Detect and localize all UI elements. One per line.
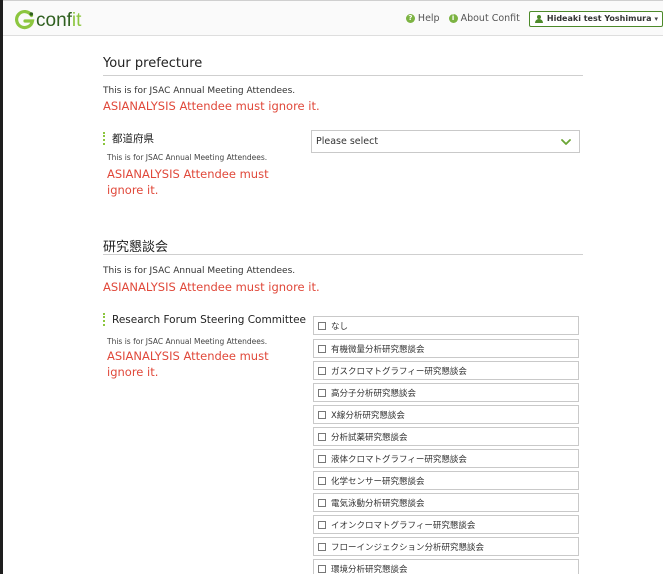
about-label: About Confit <box>460 13 520 24</box>
question-icon: ? <box>405 14 415 23</box>
section-title-forum: 研究懇談会 <box>103 240 169 255</box>
checkbox-option[interactable]: 電気泳動分析研究懇談会 <box>313 493 579 512</box>
about-link[interactable]: i About Confit <box>448 13 520 24</box>
checkbox[interactable] <box>318 410 326 419</box>
checkbox-label: 有機微量分析研究懇談会 <box>331 344 425 355</box>
section-note: This is for JSAC Annual Meeting Attendee… <box>103 86 296 96</box>
checkbox-option[interactable]: フローインジェクション分析研究懇談会 <box>313 537 579 556</box>
checkbox[interactable] <box>318 476 326 485</box>
chevron-down-icon <box>561 139 571 145</box>
checkbox-option[interactable]: 液体クロマトグラフィー研究懇談会 <box>313 449 579 468</box>
user-name: Hideaki test Yoshimura <box>546 14 652 23</box>
window-left-border <box>0 0 3 574</box>
prefecture-select[interactable]: Please select <box>311 130 580 153</box>
help-label: Help <box>417 13 440 24</box>
select-value: Please select <box>316 136 379 147</box>
field-warning: ASIANALYSIS Attendee must ignore it. <box>107 167 269 197</box>
checkbox-label: X線分析研究懇談会 <box>331 410 405 421</box>
checkbox[interactable] <box>318 344 326 353</box>
checkbox-option[interactable]: 高分子分析研究懇談会 <box>313 383 579 402</box>
field-label-forum: Research Forum Steering Committee <box>103 313 306 326</box>
checkbox[interactable] <box>318 498 326 507</box>
checkbox[interactable] <box>318 432 326 441</box>
section-divider <box>103 254 583 255</box>
logo-g-icon <box>15 10 35 30</box>
section-warning: ASIANALYSIS Attendee must ignore it. <box>103 280 320 294</box>
caret-down-icon: ▾ <box>654 14 658 23</box>
checkbox-label: 高分子分析研究懇談会 <box>331 388 417 399</box>
checkbox-option[interactable]: なし <box>313 316 579 335</box>
checkbox-label: 液体クロマトグラフィー研究懇談会 <box>331 454 467 465</box>
field-label-text: Research Forum Steering Committee <box>112 313 307 326</box>
checkbox-option[interactable]: 化学センサー研究懇談会 <box>313 471 579 490</box>
checkbox-option[interactable]: X線分析研究懇談会 <box>313 405 579 424</box>
info-icon: i <box>448 14 458 23</box>
required-marker <box>103 313 105 326</box>
field-note: This is for JSAC Annual Meeting Attendee… <box>107 153 268 162</box>
checkbox-label: ガスクロマトグラフィー研究懇談会 <box>331 366 467 377</box>
checkbox-label: なし <box>331 321 349 332</box>
field-label-text: 都道府県 <box>112 133 154 145</box>
checkbox-option[interactable]: ガスクロマトグラフィー研究懇談会 <box>313 361 579 380</box>
checkbox[interactable] <box>318 388 326 397</box>
section-note: This is for JSAC Annual Meeting Attendee… <box>103 266 296 276</box>
logo-text-main: conf <box>36 10 72 31</box>
checkbox[interactable] <box>318 542 326 551</box>
checkbox-option[interactable]: 分析試薬研究懇談会 <box>313 427 579 446</box>
section-divider <box>103 75 583 76</box>
user-icon <box>534 14 543 23</box>
checkbox-label: フローインジェクション分析研究懇談会 <box>331 542 485 553</box>
section-warning: ASIANALYSIS Attendee must ignore it. <box>103 99 320 113</box>
required-marker <box>103 132 105 145</box>
nav-right-group: ? Help i About Confit Hideaki test Yoshi… <box>405 1 663 36</box>
checkbox-label: 環境分析研究懇談会 <box>331 564 408 574</box>
section-title-prefecture: Your prefecture <box>103 56 203 71</box>
checkbox-option[interactable]: イオンクロマトグラフィー研究懇談会 <box>313 515 579 534</box>
checkbox-label: 化学センサー研究懇談会 <box>331 476 425 487</box>
checkbox-option[interactable]: 有機微量分析研究懇談会 <box>313 339 579 358</box>
field-label-prefecture: 都道府県 <box>103 131 154 146</box>
confit-logo[interactable]: confit <box>14 6 81 30</box>
field-warning: ASIANALYSIS Attendee must ignore it. <box>107 349 269 379</box>
field-note: This is for JSAC Annual Meeting Attendee… <box>107 337 268 346</box>
top-navbar: confit ? Help i About Confit Hideaki tes… <box>3 1 663 36</box>
checkbox-label: イオンクロマトグラフィー研究懇談会 <box>331 520 476 531</box>
checkbox-label: 分析試薬研究懇談会 <box>331 432 408 443</box>
user-menu-button[interactable]: Hideaki test Yoshimura ▾ <box>528 10 663 27</box>
help-link[interactable]: ? Help <box>405 13 440 24</box>
logo-text: confit <box>36 11 81 30</box>
checkbox[interactable] <box>318 321 326 330</box>
checkbox[interactable] <box>318 454 326 463</box>
checkbox-option[interactable]: 環境分析研究懇談会 <box>313 559 579 574</box>
checkbox[interactable] <box>318 366 326 375</box>
checkbox[interactable] <box>318 564 326 573</box>
checkbox-label: 電気泳動分析研究懇談会 <box>331 498 425 509</box>
checkbox[interactable] <box>318 520 326 529</box>
logo-text-accent: it <box>71 10 82 31</box>
